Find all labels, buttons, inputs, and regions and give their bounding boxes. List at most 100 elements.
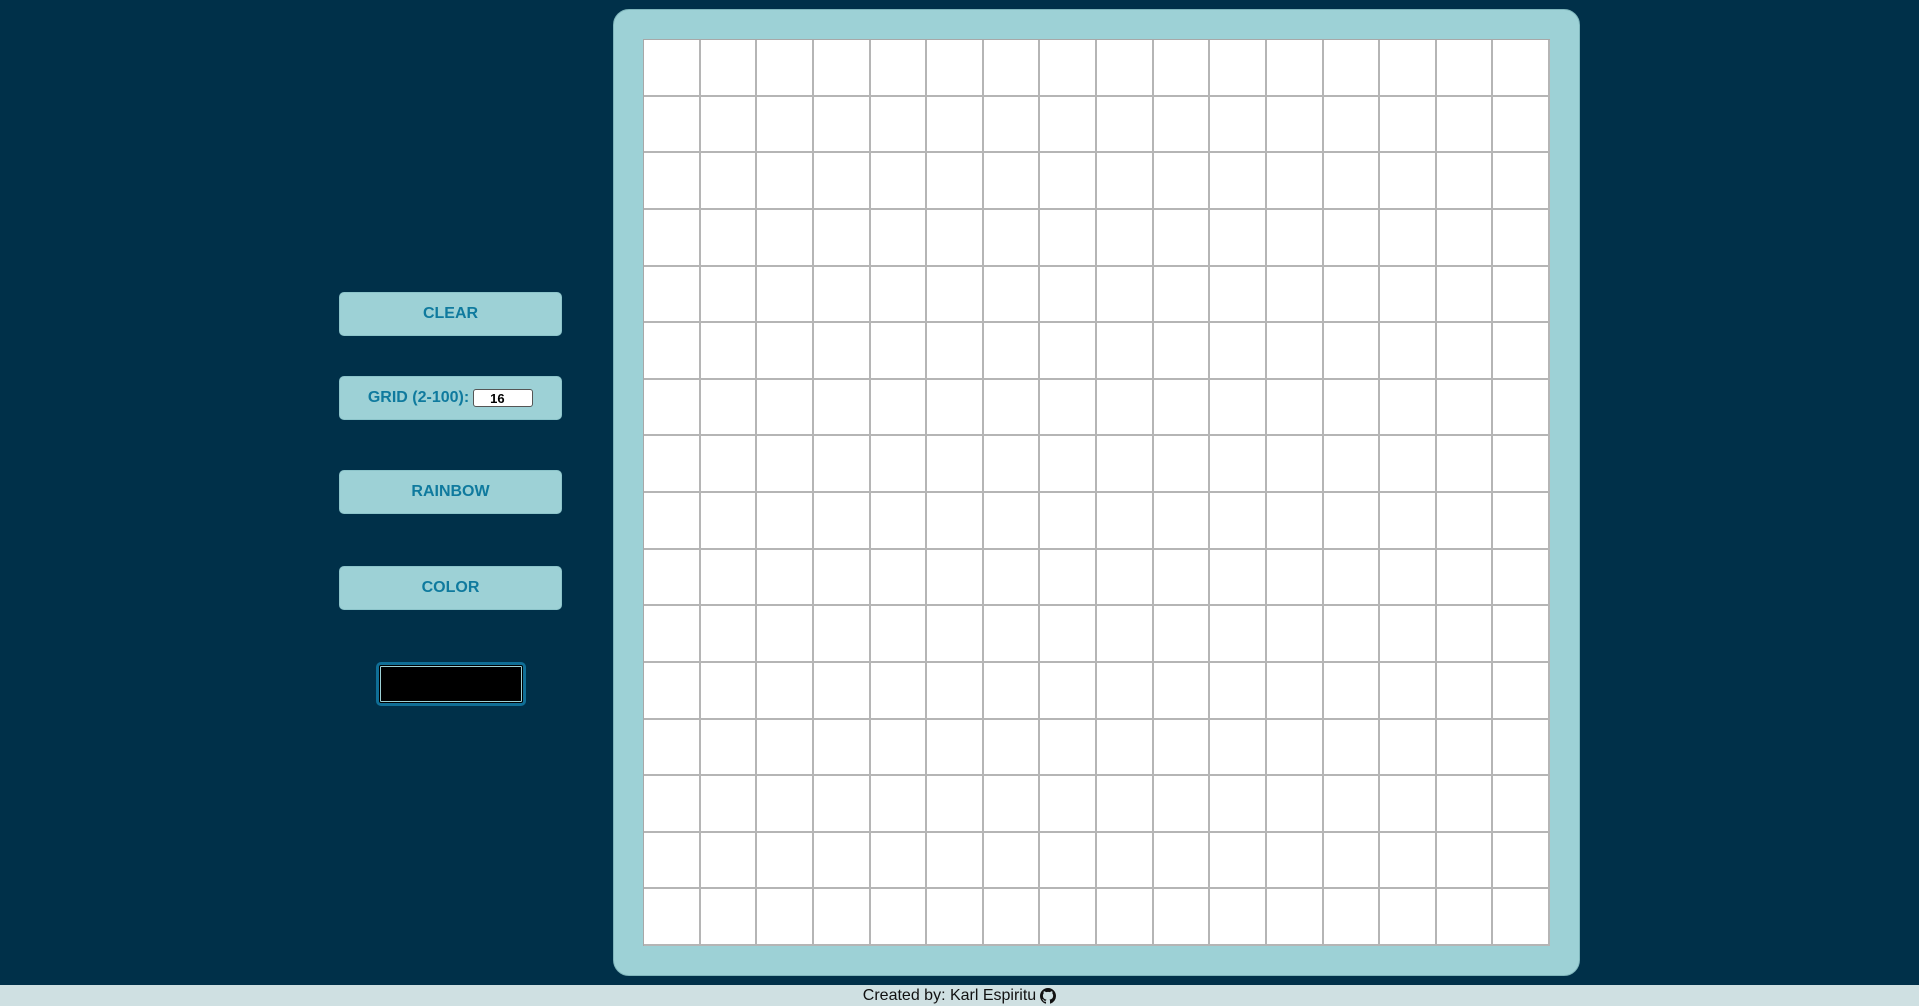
grid-cell[interactable]: [1493, 549, 1550, 607]
grid-cell[interactable]: [870, 96, 928, 154]
grid-cell[interactable]: [1436, 606, 1494, 663]
color-button[interactable]: COLOR: [339, 566, 562, 610]
grid-cell[interactable]: [983, 776, 1041, 833]
grid-cell[interactable]: [1153, 662, 1211, 720]
grid-cell[interactable]: [1210, 209, 1267, 267]
grid-cell[interactable]: [700, 549, 758, 607]
grid-cell[interactable]: [1436, 889, 1494, 946]
grid-cell[interactable]: [1323, 662, 1381, 720]
grid-cell[interactable]: [757, 436, 814, 493]
grid-cell[interactable]: [1380, 493, 1437, 550]
grid-cell[interactable]: [1323, 209, 1381, 267]
grid-cell[interactable]: [927, 719, 984, 777]
grid-cell[interactable]: [813, 436, 871, 493]
grid-cell[interactable]: [1380, 209, 1437, 267]
grid-cell[interactable]: [870, 719, 928, 777]
grid-cell[interactable]: [1323, 266, 1381, 324]
grid-cell[interactable]: [870, 832, 928, 890]
grid-cell[interactable]: [1380, 606, 1437, 663]
grid-cell[interactable]: [983, 662, 1041, 720]
grid-cell[interactable]: [1436, 266, 1494, 324]
grid-cell[interactable]: [870, 209, 928, 267]
grid-cell[interactable]: [700, 436, 758, 493]
grid-cell[interactable]: [700, 209, 758, 267]
grid-cell[interactable]: [1493, 776, 1550, 833]
grid-cell[interactable]: [927, 209, 984, 267]
grid-cell[interactable]: [927, 153, 984, 210]
grid-cell[interactable]: [1323, 606, 1381, 663]
grid-cell[interactable]: [757, 209, 814, 267]
grid-cell[interactable]: [644, 889, 701, 946]
grid-cell[interactable]: [870, 379, 928, 437]
grid-cell[interactable]: [1040, 662, 1097, 720]
grid-cell[interactable]: [1097, 719, 1154, 777]
grid-cell[interactable]: [700, 662, 758, 720]
grid-cell[interactable]: [1266, 40, 1324, 97]
grid-cell[interactable]: [813, 776, 871, 833]
grid-cell[interactable]: [1153, 209, 1211, 267]
grid-cell[interactable]: [1040, 153, 1097, 210]
grid-cell[interactable]: [870, 493, 928, 550]
grid-cell[interactable]: [1493, 719, 1550, 777]
grid-cell[interactable]: [813, 266, 871, 324]
grid-cell[interactable]: [1323, 832, 1381, 890]
grid-cell[interactable]: [813, 40, 871, 97]
grid-cell[interactable]: [983, 436, 1041, 493]
grid-cell[interactable]: [813, 493, 871, 550]
grid-cell[interactable]: [1266, 266, 1324, 324]
grid-cell[interactable]: [1436, 379, 1494, 437]
grid-cell[interactable]: [1210, 719, 1267, 777]
grid-cell[interactable]: [757, 266, 814, 324]
grid-cell[interactable]: [644, 662, 701, 720]
grid-cell[interactable]: [644, 436, 701, 493]
grid-cell[interactable]: [1097, 153, 1154, 210]
grid-cell[interactable]: [644, 153, 701, 210]
grid-cell[interactable]: [1153, 889, 1211, 946]
grid-cell[interactable]: [870, 266, 928, 324]
grid-cell[interactable]: [1097, 323, 1154, 380]
grid-cell[interactable]: [1436, 96, 1494, 154]
grid-cell[interactable]: [1040, 719, 1097, 777]
grid-cell[interactable]: [870, 606, 928, 663]
grid-cell[interactable]: [927, 323, 984, 380]
grid-cell[interactable]: [1323, 379, 1381, 437]
grid-cell[interactable]: [1380, 153, 1437, 210]
grid-cell[interactable]: [1323, 153, 1381, 210]
grid-cell[interactable]: [1493, 96, 1550, 154]
grid-cell[interactable]: [644, 776, 701, 833]
grid-cell[interactable]: [983, 493, 1041, 550]
grid-cell[interactable]: [1097, 96, 1154, 154]
grid-cell[interactable]: [757, 776, 814, 833]
grid-cell[interactable]: [1380, 379, 1437, 437]
grid-cell[interactable]: [1493, 379, 1550, 437]
grid-cell[interactable]: [757, 889, 814, 946]
grid-cell[interactable]: [1210, 153, 1267, 210]
grid-cell[interactable]: [1153, 379, 1211, 437]
grid-cell[interactable]: [813, 719, 871, 777]
grid-cell[interactable]: [983, 832, 1041, 890]
grid-cell[interactable]: [1153, 832, 1211, 890]
grid-cell[interactable]: [1153, 776, 1211, 833]
grid-cell[interactable]: [644, 493, 701, 550]
grid-cell[interactable]: [1040, 209, 1097, 267]
grid-cell[interactable]: [1153, 153, 1211, 210]
grid-cell[interactable]: [1436, 832, 1494, 890]
grid-cell[interactable]: [757, 662, 814, 720]
grid-cell[interactable]: [813, 606, 871, 663]
grid-cell[interactable]: [1097, 436, 1154, 493]
grid-cell[interactable]: [813, 96, 871, 154]
grid-cell[interactable]: [1266, 379, 1324, 437]
grid-cell[interactable]: [1380, 266, 1437, 324]
grid-cell[interactable]: [983, 209, 1041, 267]
grid-cell[interactable]: [757, 606, 814, 663]
grid-cell[interactable]: [700, 379, 758, 437]
grid-cell[interactable]: [927, 40, 984, 97]
grid-cell[interactable]: [927, 606, 984, 663]
grid-cell[interactable]: [644, 606, 701, 663]
grid-cell[interactable]: [927, 96, 984, 154]
grid-cell[interactable]: [983, 40, 1041, 97]
rainbow-button[interactable]: RAINBOW: [339, 470, 562, 514]
grid-cell[interactable]: [700, 606, 758, 663]
grid-cell[interactable]: [1436, 323, 1494, 380]
grid-cell[interactable]: [1266, 832, 1324, 890]
